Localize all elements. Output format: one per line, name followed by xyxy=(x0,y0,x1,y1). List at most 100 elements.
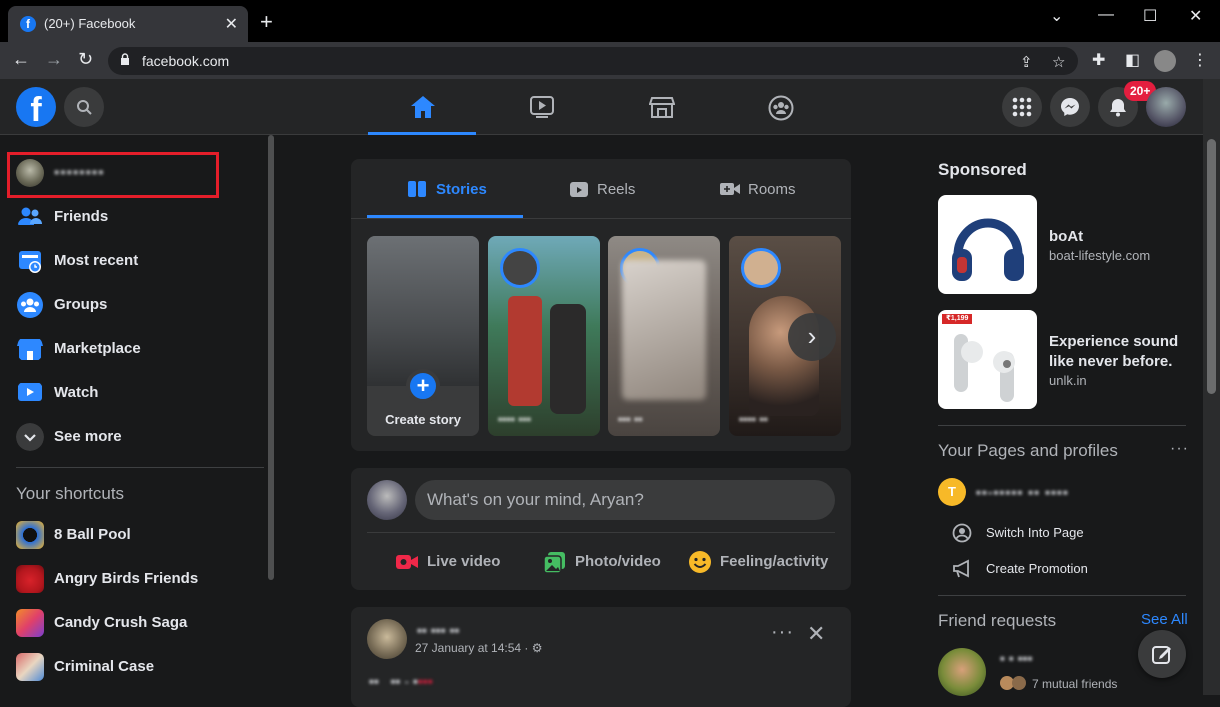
shortcuts-heading: Your shortcuts xyxy=(16,484,125,503)
menu-button[interactable] xyxy=(1002,87,1042,127)
ad-unlk[interactable]: ₹1,199 Experience sound like never befor… xyxy=(938,310,1186,410)
tab-close-icon[interactable]: ✕ xyxy=(225,14,238,34)
browser-menu-icon[interactable]: ⋮ xyxy=(1192,50,1208,70)
sidebar-item-label: Marketplace xyxy=(54,340,141,357)
facebook-header: f xyxy=(0,79,1203,135)
shortcut-label: Candy Crush Saga xyxy=(54,614,188,631)
post-more-icon[interactable]: ··· xyxy=(771,621,794,644)
browser-tab[interactable]: f (20+) Facebook ✕ xyxy=(8,6,248,42)
tab-reels[interactable]: Reels xyxy=(523,159,679,218)
page-scrollbar[interactable] xyxy=(1203,79,1220,695)
groups-nav-icon xyxy=(768,95,794,121)
stories-next-button[interactable]: › xyxy=(788,313,836,361)
create-story-photo xyxy=(367,236,479,386)
address-bar: ← → ↻ facebook.com ⇪ ☆ ✚ ◧ ⋮ xyxy=(0,42,1220,79)
window-close-icon[interactable]: ✕ xyxy=(1189,6,1202,26)
reload-icon[interactable]: ↻ xyxy=(78,49,93,70)
watch-icon xyxy=(18,383,42,401)
ad-title: boAt xyxy=(1049,228,1084,245)
nav-tab-groups[interactable] xyxy=(726,79,834,135)
post-text: ▪▪ ▪▪ - ▪▪▪▪ xyxy=(369,673,433,689)
ad-image-earbuds: ₹1,199 xyxy=(938,310,1037,409)
browser-tab-bar: f (20+) Facebook ✕ + ⌄ — ☐ ✕ xyxy=(0,0,1220,42)
8-ball-pool-icon xyxy=(16,521,44,549)
extensions-icon[interactable]: ✚ xyxy=(1092,50,1105,70)
lock-icon xyxy=(121,53,129,65)
switch-into-page-label: Switch Into Page xyxy=(986,525,1084,540)
share-icon[interactable]: ⇪ xyxy=(1020,53,1033,71)
switch-profile-icon xyxy=(952,523,972,543)
story-card[interactable]: ▪▪▪▪ ▪▪▪ xyxy=(488,236,600,436)
messenger-button[interactable] xyxy=(1050,87,1090,127)
ad-title: Experience sound like never before. xyxy=(1049,333,1179,370)
friend-request-avatar[interactable] xyxy=(938,648,986,696)
avatar[interactable] xyxy=(367,619,407,659)
compose-icon xyxy=(1152,646,1171,664)
post-author[interactable]: ▪▪ ▪▪▪ ▪▪ xyxy=(417,622,460,638)
bookmark-star-icon[interactable]: ☆ xyxy=(1052,53,1065,71)
feed-post: ▪▪ ▪▪▪ ▪▪ 27 January at 14:54 · ⚙ ··· ✕ … xyxy=(351,607,851,707)
tab-stories[interactable]: Stories xyxy=(367,159,523,218)
create-promotion-label: Create Promotion xyxy=(986,561,1088,576)
page-scrollbar-thumb[interactable] xyxy=(1207,139,1216,394)
right-divider xyxy=(938,425,1186,426)
earbuds-icon xyxy=(954,334,1015,402)
price-tag: ₹1,199 xyxy=(942,314,973,324)
angry-birds-icon xyxy=(16,565,44,593)
composer-divider xyxy=(367,532,835,533)
sidebar-item-label: Most recent xyxy=(54,252,139,269)
facebook-logo[interactable]: f xyxy=(16,87,56,129)
tab-label: Reels xyxy=(597,181,636,198)
tab-rooms[interactable]: Rooms xyxy=(679,159,835,218)
nav-tab-marketplace[interactable] xyxy=(607,79,715,135)
page-avatar[interactable]: T xyxy=(938,478,966,506)
story-image xyxy=(622,260,706,400)
sidebar-scrollbar[interactable] xyxy=(268,135,274,580)
page-name[interactable]: ▪▪-▪▪▪▪▪ ▪▪ ▪▪▪▪ xyxy=(976,484,1069,500)
side-panel-icon[interactable]: ◧ xyxy=(1125,50,1140,70)
tab-title: (20+) Facebook xyxy=(44,16,136,31)
see-all-link[interactable]: See All xyxy=(1141,611,1188,628)
nav-tab-home[interactable] xyxy=(368,79,476,135)
ad-site: unlk.in xyxy=(1049,373,1087,388)
nav-tab-watch[interactable] xyxy=(487,79,595,135)
sidebar-divider xyxy=(16,467,264,468)
sidebar-item-label: Groups xyxy=(54,296,108,313)
feeling-activity-button[interactable]: Feeling/activity xyxy=(688,544,838,580)
criminal-case-icon xyxy=(16,653,44,681)
marketplace-icon xyxy=(17,339,43,360)
shortcut-label: 8 Ball Pool xyxy=(54,526,131,543)
post-close-icon[interactable]: ✕ xyxy=(807,621,825,647)
candy-crush-icon xyxy=(16,609,44,637)
tab-search-chevron-icon[interactable]: ⌄ xyxy=(1050,6,1063,26)
story-name: ▪▪▪▪ ▪▪ xyxy=(739,412,768,426)
friend-request-name[interactable]: ▪ ▪ ▪▪▪ xyxy=(1000,650,1033,666)
pages-more-icon[interactable]: ··· xyxy=(1170,440,1189,458)
post-timestamp[interactable]: 27 January at 14:54 · ⚙ xyxy=(415,641,543,655)
account-avatar[interactable] xyxy=(1146,87,1186,127)
maximize-icon[interactable]: ☐ xyxy=(1143,6,1157,26)
marketplace-store-icon xyxy=(649,97,675,118)
new-message-button[interactable] xyxy=(1138,630,1186,678)
avatar xyxy=(367,480,407,520)
photo-video-button[interactable]: Photo/video xyxy=(543,544,693,580)
tab-label: Stories xyxy=(436,181,487,198)
search-button[interactable] xyxy=(64,87,104,127)
ad-image-headphones xyxy=(938,195,1037,294)
minimize-icon[interactable]: — xyxy=(1098,6,1114,24)
sidebar-item-label: Friends xyxy=(54,208,109,225)
feeling-smiley-icon xyxy=(689,551,711,573)
create-story-card[interactable]: + Create story xyxy=(367,236,479,436)
forward-icon[interactable]: → xyxy=(45,49,63,70)
story-figure xyxy=(508,296,542,406)
whats-on-your-mind-input[interactable] xyxy=(415,480,835,520)
browser-profile-avatar[interactable] xyxy=(1154,50,1176,72)
new-tab-icon[interactable]: + xyxy=(260,11,273,33)
back-icon[interactable]: ← xyxy=(12,49,30,70)
story-card[interactable]: ▪▪▪ ▪▪ xyxy=(608,236,720,436)
omnibox[interactable]: facebook.com ⇪ ☆ xyxy=(108,47,1078,75)
live-video-button[interactable]: Live video xyxy=(395,544,545,580)
ad-boat[interactable]: boAt boat-lifestyle.com xyxy=(938,195,1186,295)
megaphone-icon xyxy=(953,559,969,578)
photo-video-icon xyxy=(543,552,565,574)
